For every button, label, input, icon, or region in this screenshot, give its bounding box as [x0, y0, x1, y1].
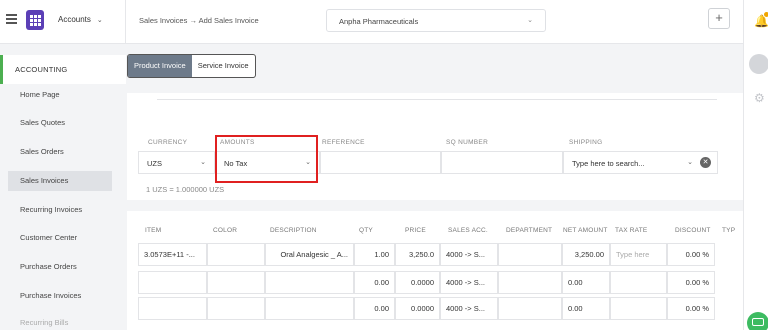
tax-rate-cell[interactable] [610, 297, 667, 320]
sales-acc-cell[interactable]: 4000 -> S... [440, 271, 498, 294]
currency-label: CURRENCY [148, 139, 188, 146]
chevron-down-icon: ⌄ [200, 159, 206, 166]
shipping-label: SHIPPING [569, 139, 603, 146]
color-cell[interactable] [207, 243, 265, 266]
tax-rate-cell[interactable]: Type here [610, 243, 667, 266]
sidebar-item-recurring-invoices[interactable]: Recurring Invoices [8, 200, 112, 220]
net-amount-cell[interactable]: 3,250.00 [562, 243, 610, 266]
column-header-type: TYP [722, 227, 736, 234]
notification-badge [764, 12, 768, 17]
price-cell[interactable]: 0.0000 [395, 297, 440, 320]
company-select[interactable]: Anpha Pharmaceuticals ⌄ [326, 9, 546, 32]
price-cell[interactable]: 3,250.0 [395, 243, 440, 266]
company-name: Anpha Pharmaceuticals [339, 17, 419, 26]
price-cell[interactable]: 0.0000 [395, 271, 440, 294]
color-cell[interactable] [207, 271, 265, 294]
shipping-placeholder: Type here to search... [572, 159, 645, 168]
breadcrumb: Sales Invoices → Add Sales Invoice [139, 16, 259, 25]
tab-service-invoice[interactable]: Service Invoice [192, 55, 255, 77]
discount-cell[interactable]: 0.00 % [667, 271, 715, 294]
column-header-description: DESCRIPTION [270, 227, 317, 234]
department-cell[interactable] [498, 243, 562, 266]
right-rail [743, 0, 768, 330]
description-cell[interactable] [265, 271, 354, 294]
sales-acc-cell[interactable]: 4000 -> S... [440, 297, 498, 320]
module-label: Accounts [58, 15, 91, 24]
reference-input[interactable] [320, 151, 441, 174]
top-bar: Accounts ⌄ Sales Invoices → Add Sales Inv… [0, 0, 743, 44]
reference-label: REFERENCE [322, 139, 365, 146]
sidebar-item-sales-orders[interactable]: Sales Orders [8, 142, 112, 162]
line-items-card: ITEM COLOR DESCRIPTION QTY PRICE SALES A… [127, 211, 743, 330]
clear-icon[interactable]: ✕ [700, 157, 711, 168]
sidebar-item-customer-center[interactable]: Customer Center [8, 228, 112, 248]
table-row: 3.0573E+11 -... Oral Analgesic _ A... 1.… [138, 243, 743, 266]
department-cell[interactable] [498, 297, 562, 320]
app-grid-icon[interactable] [26, 10, 44, 30]
hamburger-icon[interactable] [6, 14, 17, 24]
sidebar-item-sales-quotes[interactable]: Sales Quotes [8, 113, 112, 133]
table-row: 0.00 0.0000 4000 -> S... 0.00 0.00 % [138, 297, 743, 320]
item-cell[interactable]: 3.0573E+11 -... [138, 243, 207, 266]
column-header-discount: DISCOUNT [675, 227, 711, 234]
sidebar-item-recurring-bills[interactable]: Recurring Bills [8, 313, 112, 330]
net-amount-cell[interactable]: 0.00 [562, 271, 610, 294]
sidebar-item-purchase-invoices[interactable]: Purchase Invoices [8, 286, 112, 306]
exchange-rate-text: 1 UZS = 1.000000 UZS [146, 185, 225, 194]
discount-cell[interactable]: 0.00 % [667, 297, 715, 320]
sq-number-input[interactable] [441, 151, 563, 174]
divider [125, 0, 126, 44]
avatar[interactable] [749, 54, 768, 74]
qty-cell[interactable]: 0.00 [354, 271, 395, 294]
column-header-department: DEPARTMENT [506, 227, 553, 234]
column-header-sales-acc: SALES ACC. [448, 227, 488, 234]
sales-acc-cell[interactable]: 4000 -> S... [440, 243, 498, 266]
chevron-down-icon: ⌄ [527, 17, 533, 24]
qty-cell[interactable]: 1.00 [354, 243, 395, 266]
currency-select[interactable]: UZS ⌄ [138, 151, 215, 174]
item-cell[interactable] [138, 271, 207, 294]
add-button[interactable]: + [708, 8, 730, 29]
column-header-tax-rate: TAX RATE [615, 227, 648, 234]
currency-value: UZS [147, 159, 162, 168]
tax-rate-cell[interactable] [610, 271, 667, 294]
gear-icon[interactable]: ⚙ [754, 91, 765, 105]
discount-cell[interactable]: 0.00 % [667, 243, 715, 266]
shipping-search[interactable]: Type here to search... ⌄ ✕ [563, 151, 718, 174]
sidebar-item-home-page[interactable]: Home Page [8, 85, 112, 105]
item-cell[interactable] [138, 297, 207, 320]
column-header-color: COLOR [213, 227, 238, 234]
column-header-item: ITEM [145, 227, 162, 234]
department-cell[interactable] [498, 271, 562, 294]
qty-cell[interactable]: 0.00 [354, 297, 395, 320]
chevron-down-icon: ⌄ [96, 17, 103, 24]
sidebar-section-label: ACCOUNTING [15, 65, 68, 74]
column-header-price: PRICE [405, 227, 426, 234]
net-amount-cell[interactable]: 0.00 [562, 297, 610, 320]
column-header-qty: QTY [359, 227, 373, 234]
chat-icon[interactable] [747, 312, 768, 330]
tab-product-invoice[interactable]: Product Invoice [128, 55, 192, 77]
invoice-type-tabs: Product Invoice Service Invoice [127, 54, 256, 78]
description-cell[interactable] [265, 297, 354, 320]
divider [157, 97, 717, 100]
sidebar-item-purchase-orders[interactable]: Purchase Orders [8, 257, 112, 277]
sq-number-label: SQ NUMBER [446, 139, 489, 146]
sidebar-section-accounting[interactable]: ACCOUNTING [0, 55, 126, 84]
table-row: 0.00 0.0000 4000 -> S... 0.00 0.00 % [138, 271, 743, 294]
sidebar: ACCOUNTING Home Page Sales Quotes Sales … [0, 45, 126, 330]
color-cell[interactable] [207, 297, 265, 320]
description-cell[interactable]: Oral Analgesic _ A... [265, 243, 354, 266]
chevron-down-icon: ⌄ [687, 159, 693, 166]
sidebar-item-sales-invoices[interactable]: Sales Invoices [8, 171, 112, 191]
highlight-box [215, 135, 318, 183]
module-select[interactable]: Accounts ⌄ [58, 15, 103, 24]
column-header-net-amount: NET AMOUNT [563, 227, 608, 234]
